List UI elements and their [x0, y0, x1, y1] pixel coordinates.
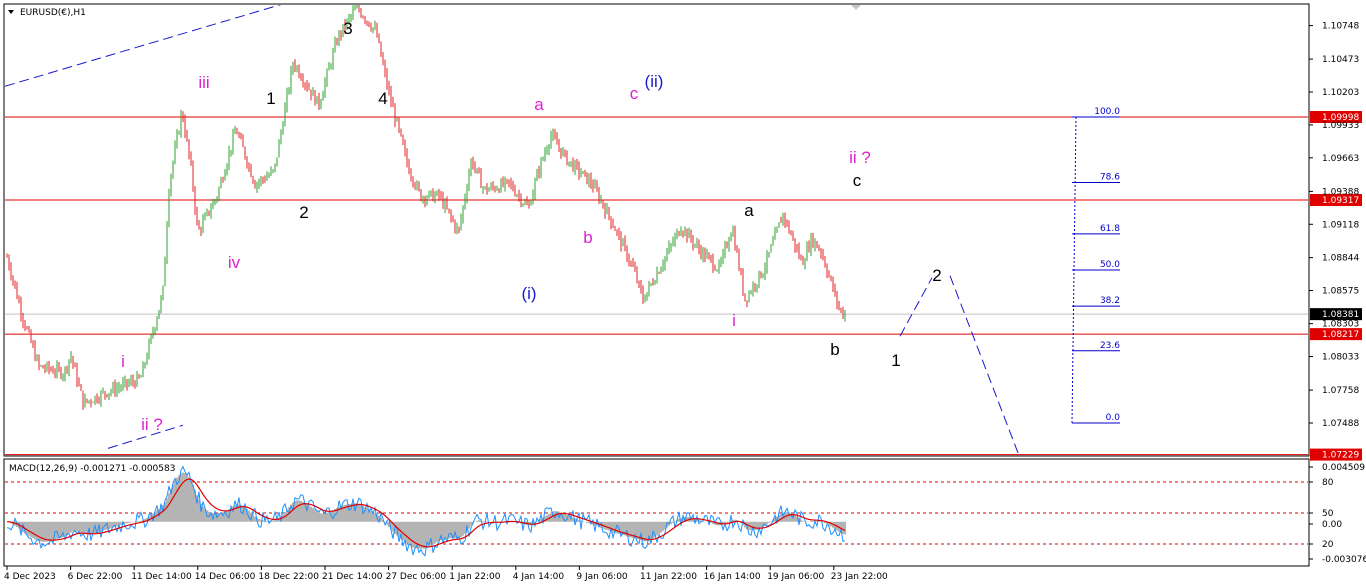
wave-label: a — [744, 201, 754, 220]
time-tick-label: 21 Dec 14:00 — [322, 572, 383, 582]
time-tick-label: 27 Dec 06:00 — [386, 572, 447, 582]
wave-label: i — [732, 311, 736, 330]
macd-axis-label: 0.004509 — [1322, 463, 1365, 473]
price-chart[interactable]: 1.099981.093171.082171.072291.08381 100.… — [0, 0, 1366, 588]
price-tick-label: 1.10473 — [1322, 55, 1359, 65]
time-tick-label: 23 Jan 22:00 — [831, 572, 888, 582]
level-price-label: 1.07229 — [1322, 451, 1359, 461]
wave-label: i — [121, 352, 125, 371]
wave-label: b — [830, 340, 839, 359]
price-tick-label: 1.10203 — [1322, 88, 1359, 98]
price-tick-label: 1.08575 — [1322, 286, 1359, 296]
time-tick-label: 6 Dec 22:00 — [68, 572, 123, 582]
macd-axis-label: 80 — [1322, 478, 1334, 488]
wave-label: ii ? — [141, 415, 163, 434]
level-price-label: 1.08217 — [1322, 330, 1359, 340]
wave-label: (ii) — [645, 72, 664, 91]
price-tick-label: 1.08303 — [1322, 320, 1359, 330]
time-tick-label: 4 Jan 14:00 — [513, 572, 565, 582]
wave-label: 1 — [891, 351, 900, 370]
fib-level-label: 78.6 — [1100, 172, 1120, 182]
price-tick-label: 1.09933 — [1322, 121, 1359, 131]
price-tick-label: 1.08844 — [1322, 254, 1359, 264]
price-tick-label: 1.09388 — [1322, 187, 1359, 197]
time-tick-label: 16 Jan 14:00 — [704, 572, 761, 582]
macd-axis-label: 50 — [1322, 509, 1334, 519]
wave-label: (i) — [521, 284, 536, 303]
fib-level-label: 61.8 — [1100, 224, 1120, 234]
wave-label: a — [534, 95, 544, 114]
wave-label: 3 — [343, 19, 352, 38]
wave-label: iv — [228, 253, 241, 272]
price-tick-label: 1.07758 — [1322, 386, 1359, 396]
time-tick-label: 19 Jan 06:00 — [767, 572, 824, 582]
time-tick-label: 14 Dec 06:00 — [195, 572, 256, 582]
price-tick-label: 1.08033 — [1322, 353, 1359, 363]
macd-axis-label: 20 — [1322, 540, 1334, 550]
macd-label: MACD(12,26,9) -0.001271 -0.000583 — [9, 464, 175, 474]
macd-axis-label: 0.00 — [1322, 520, 1342, 530]
wave-label: c — [853, 171, 862, 190]
fib-level-label: 100.0 — [1094, 107, 1120, 117]
wave-label: 2 — [299, 203, 308, 222]
fib-level-label: 23.6 — [1100, 341, 1120, 351]
wave-label: 4 — [378, 89, 387, 108]
wave-label: iii — [198, 73, 209, 92]
price-tick-label: 1.09118 — [1322, 220, 1359, 230]
wave-label: 2 — [932, 266, 941, 285]
price-tick-label: 1.09663 — [1322, 154, 1359, 164]
symbol-label: EURUSD(€),H1 — [20, 8, 86, 18]
macd-axis-label: -0.003076 — [1322, 555, 1366, 565]
wave-label: ii ? — [849, 148, 871, 167]
wave-label: b — [583, 228, 592, 247]
time-tick-label: 9 Jan 06:00 — [576, 572, 628, 582]
time-tick-label: 18 Dec 22:00 — [258, 572, 319, 582]
level-price-label: 1.08381 — [1322, 310, 1359, 320]
fib-level-label: 0.0 — [1106, 413, 1121, 423]
time-tick-label: 1 Jan 22:00 — [449, 572, 501, 582]
wave-label: c — [630, 84, 639, 103]
time-tick-label: 4 Dec 2023 — [4, 572, 56, 582]
price-tick-label: 1.10748 — [1322, 22, 1359, 32]
wave-label: 1 — [266, 89, 275, 108]
level-price-label: 1.09317 — [1322, 196, 1359, 206]
fib-level-label: 38.2 — [1100, 296, 1120, 306]
fib-level-label: 50.0 — [1100, 260, 1120, 270]
time-tick-label: 11 Dec 14:00 — [131, 572, 192, 582]
price-tick-label: 1.07488 — [1322, 419, 1359, 429]
time-tick-label: 11 Jan 22:00 — [640, 572, 697, 582]
